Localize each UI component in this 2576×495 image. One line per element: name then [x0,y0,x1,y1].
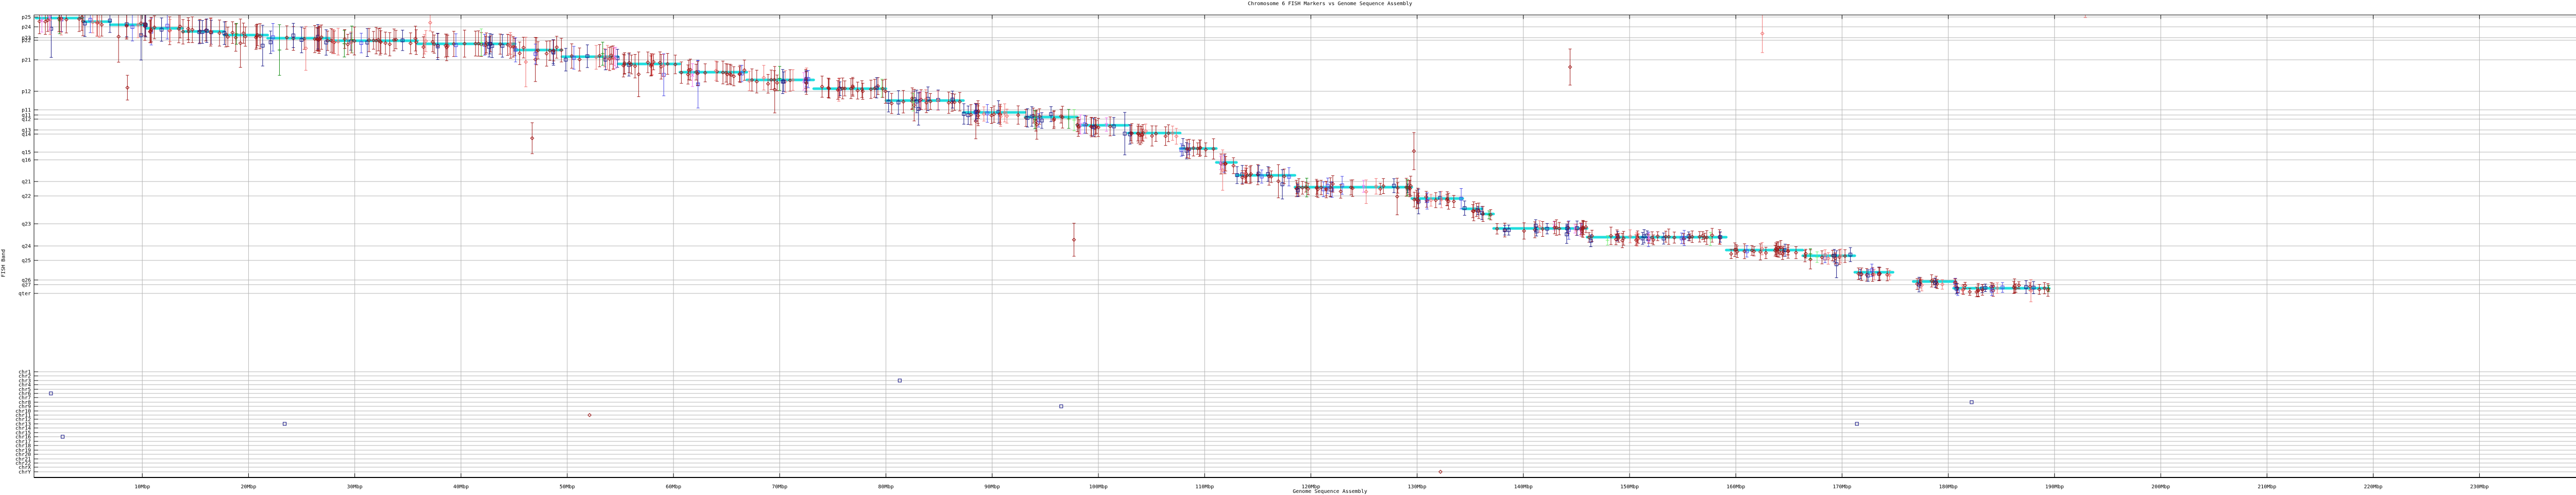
x-tick-label: 220Mbp [2364,484,2382,490]
y-tick-label: q15 [22,150,31,156]
marker-series [38,0,2087,473]
y-tick-label: q23 [22,222,31,227]
axis-tick-labels: 10Mbp 20Mbp 30Mbp 40Mbp 50Mbp 60Mbp 70Mbp 80Mbp… [15,15,2576,490]
chart-page: 10Mbp 20Mbp 30Mbp 40Mbp 50Mbp 60Mbp 70Mbp 80Mbp… [0,0,2576,495]
x-tick-label: 100Mbp [1089,484,1108,490]
y-tick-label: p22 [22,38,31,44]
y-tick-label: q22 [22,194,31,200]
y-tick-label: p25 [22,15,31,21]
x-tick-label: 160Mbp [1726,484,1745,490]
y-tick-label: q24 [22,244,31,250]
x-tick-label: 210Mbp [2258,484,2276,490]
x-tick-label: 50Mbp [560,484,575,490]
gridlines [34,15,2576,477]
y-tick-label: q12 [22,117,31,123]
y-tick-label: q21 [22,179,31,185]
x-tick-label: 120Mbp [1301,484,1320,490]
y-tick-label: q14 [22,132,31,138]
x-tick-label: 90Mbp [985,484,1000,490]
x-tick-label: 110Mbp [1195,484,1214,490]
x-tick-label: 130Mbp [1408,484,1427,490]
x-tick-label: 180Mbp [1939,484,1958,490]
x-tick-label: 190Mbp [2045,484,2064,490]
fish-marker-scatter-plot: 10Mbp 20Mbp 30Mbp 40Mbp 50Mbp 60Mbp 70Mbp 80Mbp… [0,0,2576,495]
x-tick-label: 30Mbp [347,484,363,490]
y-tick-label: p21 [22,58,31,63]
x-tick-label: 170Mbp [1833,484,1851,490]
x-tick-label: 150Mbp [1620,484,1639,490]
y-tick-label: q16 [22,158,31,163]
y-tick-label: q27 [22,283,31,288]
x-tick-label: 60Mbp [666,484,681,490]
band-step-line [36,18,2049,288]
y-tick-label: q25 [22,258,31,264]
y-tick-label: p12 [22,89,31,95]
x-tick-label: 200Mbp [2151,484,2170,490]
x-tick-label: 40Mbp [453,484,469,490]
x-tick-label: 20Mbp [241,484,256,490]
y-tick-label: p24 [22,25,31,30]
x-tick-label: 70Mbp [772,484,787,490]
x-tick-label: 10Mbp [134,484,150,490]
y-tick-label: qter [19,291,31,297]
x-tick-label: 80Mbp [878,484,894,490]
x-tick-label: 230Mbp [2470,484,2489,490]
x-tick-label: 140Mbp [1514,484,1533,490]
y-tick-label: chrY [19,470,31,475]
